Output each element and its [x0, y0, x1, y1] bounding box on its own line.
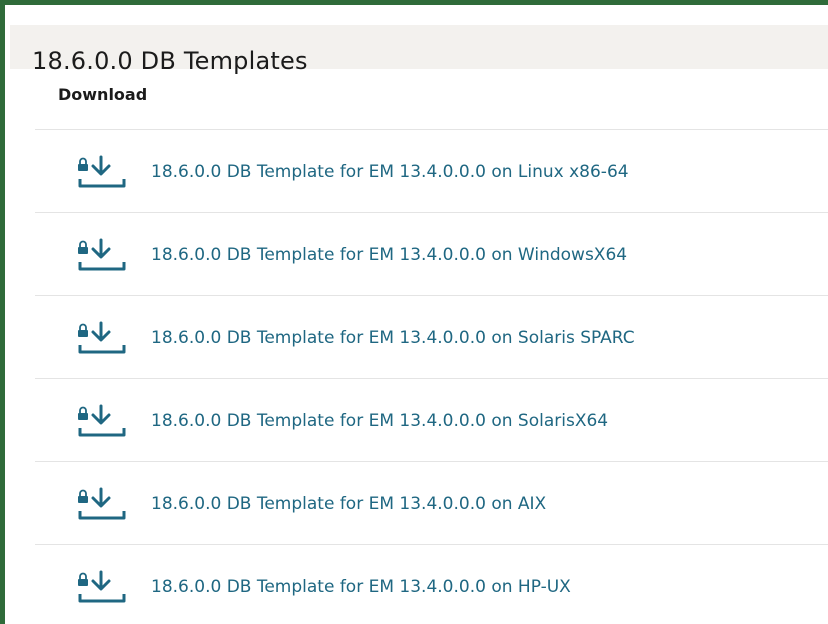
locked-download-icon	[77, 321, 127, 355]
download-link-linux-x86-64[interactable]: 18.6.0.0 DB Template for EM 13.4.0.0.0 o…	[77, 130, 629, 213]
page-frame: 18.6.0.0 DB Templates Download 18.6.0.0 …	[0, 0, 828, 624]
download-link-solarisx64[interactable]: 18.6.0.0 DB Template for EM 13.4.0.0.0 o…	[77, 379, 608, 462]
download-link-solaris-sparc[interactable]: 18.6.0.0 DB Template for EM 13.4.0.0.0 o…	[77, 296, 635, 379]
download-link-label: 18.6.0.0 DB Template for EM 13.4.0.0.0 o…	[151, 410, 609, 431]
locked-download-icon	[77, 238, 127, 272]
download-link-hp-ux[interactable]: 18.6.0.0 DB Template for EM 13.4.0.0.0 o…	[77, 545, 571, 624]
download-row: 18.6.0.0 DB Template for EM 13.4.0.0.0 o…	[35, 212, 828, 295]
download-list: 18.6.0.0 DB Template for EM 13.4.0.0.0 o…	[35, 129, 828, 624]
download-link-windowsx64[interactable]: 18.6.0.0 DB Template for EM 13.4.0.0.0 o…	[77, 213, 627, 296]
locked-download-icon	[77, 404, 127, 438]
download-row: 18.6.0.0 DB Template for EM 13.4.0.0.0 o…	[35, 461, 828, 544]
download-row: 18.6.0.0 DB Template for EM 13.4.0.0.0 o…	[35, 544, 828, 624]
section-label-download: Download	[58, 85, 148, 104]
download-link-label: 18.6.0.0 DB Template for EM 13.4.0.0.0 o…	[151, 493, 547, 514]
download-row: 18.6.0.0 DB Template for EM 13.4.0.0.0 o…	[35, 295, 828, 378]
download-link-aix[interactable]: 18.6.0.0 DB Template for EM 13.4.0.0.0 o…	[77, 462, 546, 545]
page-title: 18.6.0.0 DB Templates	[32, 47, 308, 76]
download-link-label: 18.6.0.0 DB Template for EM 13.4.0.0.0 o…	[151, 327, 635, 348]
locked-download-icon	[77, 570, 127, 604]
download-row: 18.6.0.0 DB Template for EM 13.4.0.0.0 o…	[35, 378, 828, 461]
locked-download-icon	[77, 487, 127, 521]
locked-download-icon	[77, 155, 127, 189]
download-row: 18.6.0.0 DB Template for EM 13.4.0.0.0 o…	[35, 129, 828, 212]
download-link-label: 18.6.0.0 DB Template for EM 13.4.0.0.0 o…	[151, 576, 571, 597]
download-link-label: 18.6.0.0 DB Template for EM 13.4.0.0.0 o…	[151, 244, 628, 265]
download-link-label: 18.6.0.0 DB Template for EM 13.4.0.0.0 o…	[151, 161, 629, 182]
